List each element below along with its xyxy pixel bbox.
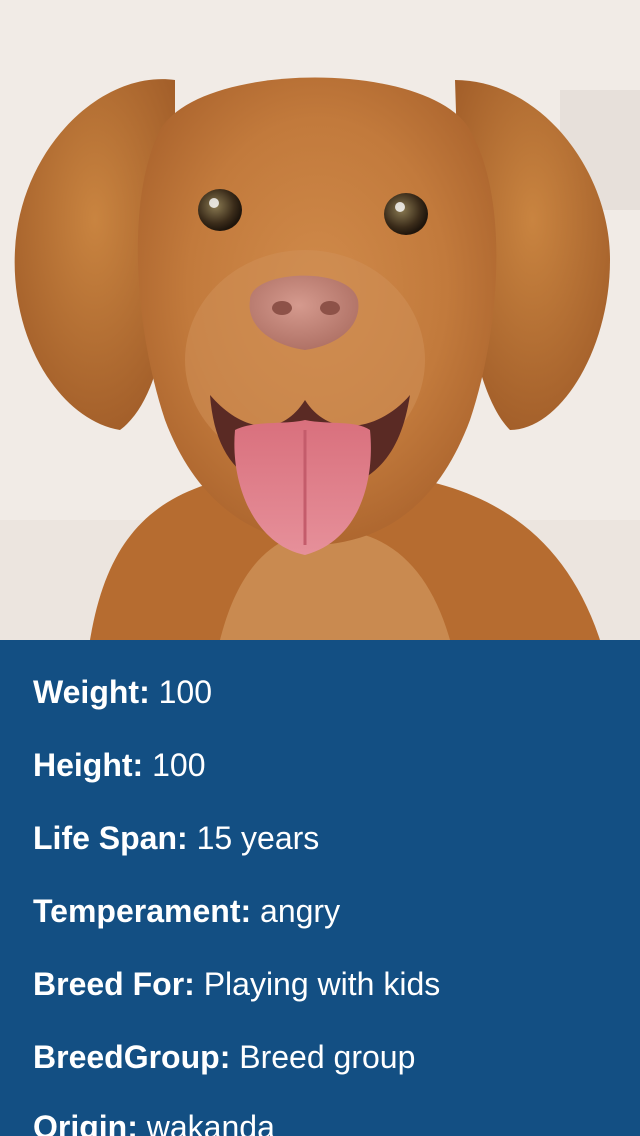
detail-value: Playing with kids <box>203 966 441 1002</box>
detail-value: 100 <box>158 674 212 710</box>
detail-label: BreedGroup: <box>33 1039 240 1075</box>
detail-value: wakanda <box>146 1109 275 1136</box>
detail-value: 100 <box>152 747 206 783</box>
detail-row-breed-group: BreedGroup: Breed group <box>33 1037 415 1077</box>
dog-illustration <box>0 0 640 640</box>
detail-label: Origin: <box>33 1109 147 1136</box>
dog-photo <box>0 0 640 640</box>
detail-label: Height: <box>33 747 153 783</box>
detail-row-breed-for: Breed For: Playing with kids <box>33 964 440 1004</box>
breed-details-panel: Weight: 100 Height: 100 Life Span: 15 ye… <box>0 640 640 1136</box>
detail-row-temperament: Temperament: angry <box>33 891 340 931</box>
detail-row-weight: Weight: 100 <box>33 672 212 712</box>
detail-row-life-span: Life Span: 15 years <box>33 818 319 858</box>
detail-label: Weight: <box>33 674 159 710</box>
detail-row-origin: Origin: wakanda <box>33 1107 275 1136</box>
detail-value: 15 years <box>196 820 320 856</box>
detail-row-height: Height: 100 <box>33 745 205 785</box>
detail-label: Temperament: <box>33 893 261 929</box>
detail-value: angry <box>260 893 341 929</box>
detail-value: Breed group <box>239 1039 416 1075</box>
detail-label: Life Span: <box>33 820 197 856</box>
detail-label: Breed For: <box>33 966 204 1002</box>
